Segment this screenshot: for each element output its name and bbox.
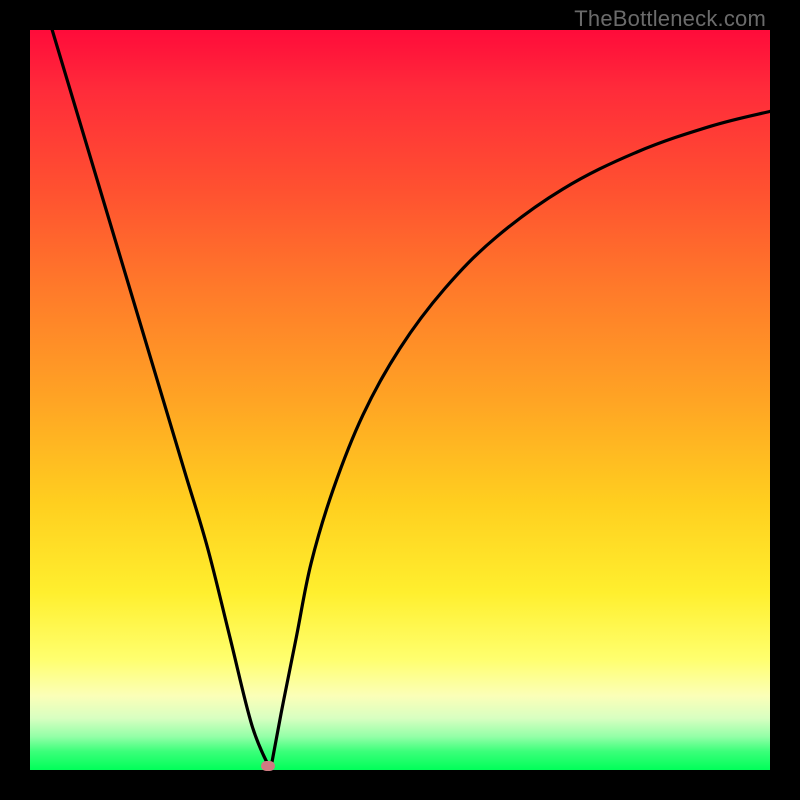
chart-frame: TheBottleneck.com: [0, 0, 800, 800]
watermark-text: TheBottleneck.com: [574, 6, 766, 32]
curve-right-branch: [271, 111, 771, 770]
minimum-marker: [261, 761, 275, 771]
bottleneck-curve: [30, 30, 770, 770]
plot-area: [30, 30, 770, 770]
curve-left-branch: [52, 30, 270, 770]
